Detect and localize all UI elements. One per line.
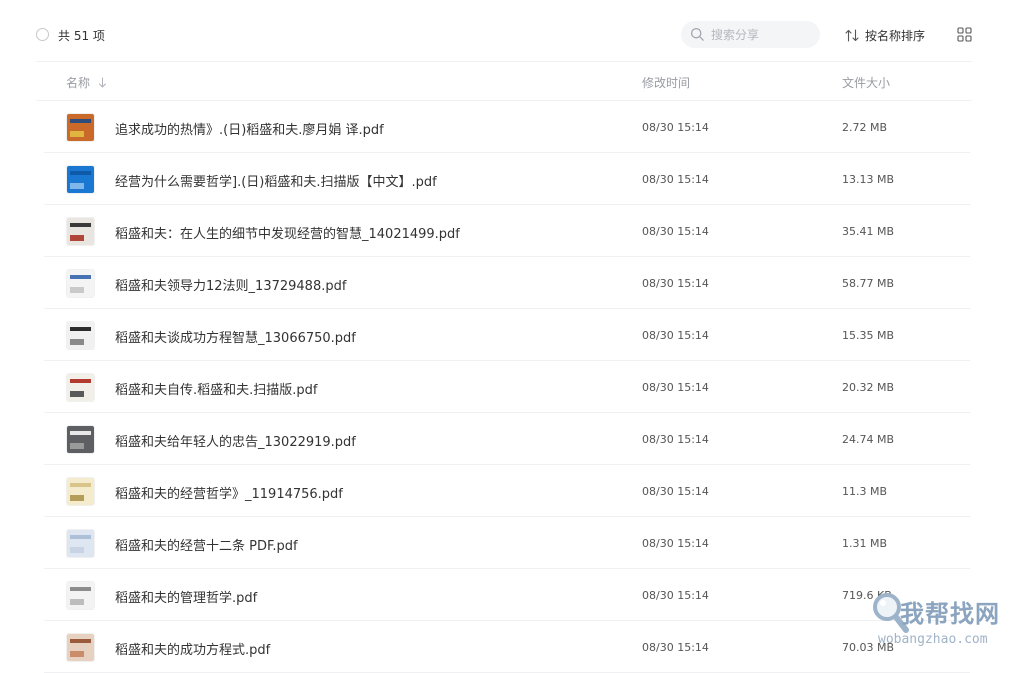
- file-list: 追求成功的热情》.(日)稻盛和夫.廖月娟 译.pdf 08/30 15:14 2.7…: [0, 101, 1022, 673]
- thumbnail-mark: [70, 639, 91, 643]
- thumbnail-mark: [70, 483, 91, 487]
- file-name[interactable]: 稻盛和夫的经营哲学》_11914756.pdf: [115, 483, 343, 502]
- thumbnail-mark: [70, 287, 84, 293]
- file-thumbnail: [67, 270, 94, 297]
- file-thumbnail: [67, 426, 94, 453]
- file-row[interactable]: 稻盛和夫：在人生的细节中发现经营的智慧_14021499.pdf 08/30 15…: [0, 205, 1022, 257]
- thumbnail-mark: [70, 651, 84, 657]
- file-name[interactable]: 稻盛和夫的管理哲学.pdf: [115, 587, 257, 606]
- file-size: 13.13 MB: [842, 173, 895, 186]
- file-thumbnail: [67, 634, 94, 661]
- file-size: 11.3 MB: [842, 485, 888, 498]
- column-name-header[interactable]: 名称: [66, 74, 107, 91]
- toolbar: 共 51 项 按名称排序: [0, 0, 1022, 62]
- file-row[interactable]: 经营为什么需要哲学].(日)稻盛和夫.扫描版【中文】.pdf 08/30 15:1…: [0, 153, 1022, 205]
- file-modified-time: 08/30 15:14: [642, 381, 709, 394]
- file-name[interactable]: 追求成功的热情》.(日)稻盛和夫.廖月娟 译.pdf: [115, 119, 384, 138]
- thumbnail-mark: [70, 587, 91, 591]
- select-all-checkbox[interactable]: [36, 28, 49, 41]
- watermark-cn: 我帮找网: [900, 600, 1000, 628]
- file-size: 1.31 MB: [842, 537, 888, 550]
- file-size: 20.32 MB: [842, 381, 895, 394]
- sort-icon: [845, 29, 859, 42]
- file-thumbnail: [67, 322, 94, 349]
- file-name[interactable]: 稻盛和夫的经营十二条 PDF.pdf: [115, 535, 298, 554]
- scrollbar[interactable]: [1013, 62, 1019, 658]
- thumbnail-mark: [70, 547, 84, 553]
- file-size: 24.74 MB: [842, 433, 895, 446]
- file-modified-time: 08/30 15:14: [642, 329, 709, 342]
- file-name[interactable]: 稻盛和夫谈成功方程智慧_13066750.pdf: [115, 327, 356, 346]
- sort-label: 按名称排序: [865, 29, 926, 43]
- file-thumbnail: [67, 530, 94, 557]
- watermark-logo: 我帮找网 wobangzhao.com: [870, 588, 1020, 658]
- thumbnail-mark: [70, 223, 91, 227]
- file-modified-time: 08/30 15:14: [642, 537, 709, 550]
- file-modified-time: 08/30 15:14: [642, 485, 709, 498]
- file-row[interactable]: 稻盛和夫自传.稻盛和夫.扫描版.pdf 08/30 15:14 20.32 MB: [0, 361, 1022, 413]
- thumbnail-mark: [70, 379, 91, 383]
- search-icon: [690, 27, 704, 41]
- file-modified-time: 08/30 15:14: [642, 121, 709, 134]
- watermark-en: wobangzhao.com: [878, 632, 988, 647]
- file-modified-time: 08/30 15:14: [642, 173, 709, 186]
- file-name[interactable]: 经营为什么需要哲学].(日)稻盛和夫.扫描版【中文】.pdf: [115, 171, 437, 190]
- file-size: 15.35 MB: [842, 329, 895, 342]
- file-name[interactable]: 稻盛和夫给年轻人的忠告_13022919.pdf: [115, 431, 356, 450]
- thumbnail-mark: [70, 431, 91, 435]
- file-row[interactable]: 稻盛和夫的经营十二条 PDF.pdf 08/30 15:14 1.31 MB: [0, 517, 1022, 569]
- file-name[interactable]: 稻盛和夫自传.稻盛和夫.扫描版.pdf: [115, 379, 317, 398]
- grid-view-button[interactable]: [957, 27, 972, 46]
- file-row[interactable]: 稻盛和夫的管理哲学.pdf 08/30 15:14 719.6 KB: [0, 569, 1022, 621]
- file-size: 58.77 MB: [842, 277, 895, 290]
- file-size: 35.41 MB: [842, 225, 895, 238]
- thumbnail-mark: [70, 495, 84, 501]
- file-name[interactable]: 稻盛和夫：在人生的细节中发现经营的智慧_14021499.pdf: [115, 223, 460, 242]
- column-header: 名称 修改时间 文件大小: [0, 62, 1022, 100]
- thumbnail-mark: [70, 275, 91, 279]
- grid-view-icon: [957, 27, 972, 42]
- file-modified-time: 08/30 15:14: [642, 277, 709, 290]
- thumbnail-mark: [70, 443, 84, 449]
- sort-arrow-down-icon: [99, 77, 107, 88]
- column-name-label: 名称: [66, 76, 91, 90]
- file-row[interactable]: 稻盛和夫的经营哲学》_11914756.pdf 08/30 15:14 11.3 M…: [0, 465, 1022, 517]
- thumbnail-mark: [70, 599, 84, 605]
- thumbnail-mark: [70, 183, 84, 189]
- thumbnail-mark: [70, 327, 91, 331]
- thumbnail-mark: [70, 171, 91, 175]
- sort-by-name-button[interactable]: 按名称排序: [845, 27, 925, 44]
- thumbnail-mark: [70, 235, 84, 241]
- item-count: 共 51 项: [58, 29, 105, 43]
- file-thumbnail: [67, 114, 94, 141]
- file-row[interactable]: 稻盛和夫的成功方程式.pdf 08/30 15:14 70.03 MB: [0, 621, 1022, 673]
- file-row[interactable]: 稻盛和夫给年轻人的忠告_13022919.pdf 08/30 15:14 24.74…: [0, 413, 1022, 465]
- thumbnail-mark: [70, 339, 84, 345]
- file-thumbnail: [67, 218, 94, 245]
- column-size-header[interactable]: 文件大小: [842, 74, 890, 91]
- file-name[interactable]: 稻盛和夫领导力12法则_13729488.pdf: [115, 275, 346, 294]
- file-thumbnail: [67, 582, 94, 609]
- thumbnail-mark: [70, 119, 91, 123]
- file-thumbnail: [67, 478, 94, 505]
- thumbnail-mark: [70, 391, 84, 397]
- thumbnail-mark: [70, 131, 84, 137]
- search-box[interactable]: [681, 21, 820, 48]
- file-thumbnail: [67, 166, 94, 193]
- file-row[interactable]: 稻盛和夫领导力12法则_13729488.pdf 08/30 15:14 58.77…: [0, 257, 1022, 309]
- column-modified-header[interactable]: 修改时间: [642, 74, 690, 91]
- file-modified-time: 08/30 15:14: [642, 589, 709, 602]
- file-name[interactable]: 稻盛和夫的成功方程式.pdf: [115, 639, 270, 658]
- file-thumbnail: [67, 374, 94, 401]
- file-row[interactable]: 稻盛和夫谈成功方程智慧_13066750.pdf 08/30 15:14 15.35…: [0, 309, 1022, 361]
- file-modified-time: 08/30 15:14: [642, 641, 709, 654]
- search-input[interactable]: [711, 25, 811, 44]
- file-modified-time: 08/30 15:14: [642, 433, 709, 446]
- thumbnail-mark: [70, 535, 91, 539]
- file-modified-time: 08/30 15:14: [642, 225, 709, 238]
- file-size: 2.72 MB: [842, 121, 888, 134]
- file-row[interactable]: 追求成功的热情》.(日)稻盛和夫.廖月娟 译.pdf 08/30 15:14 2.7…: [0, 101, 1022, 153]
